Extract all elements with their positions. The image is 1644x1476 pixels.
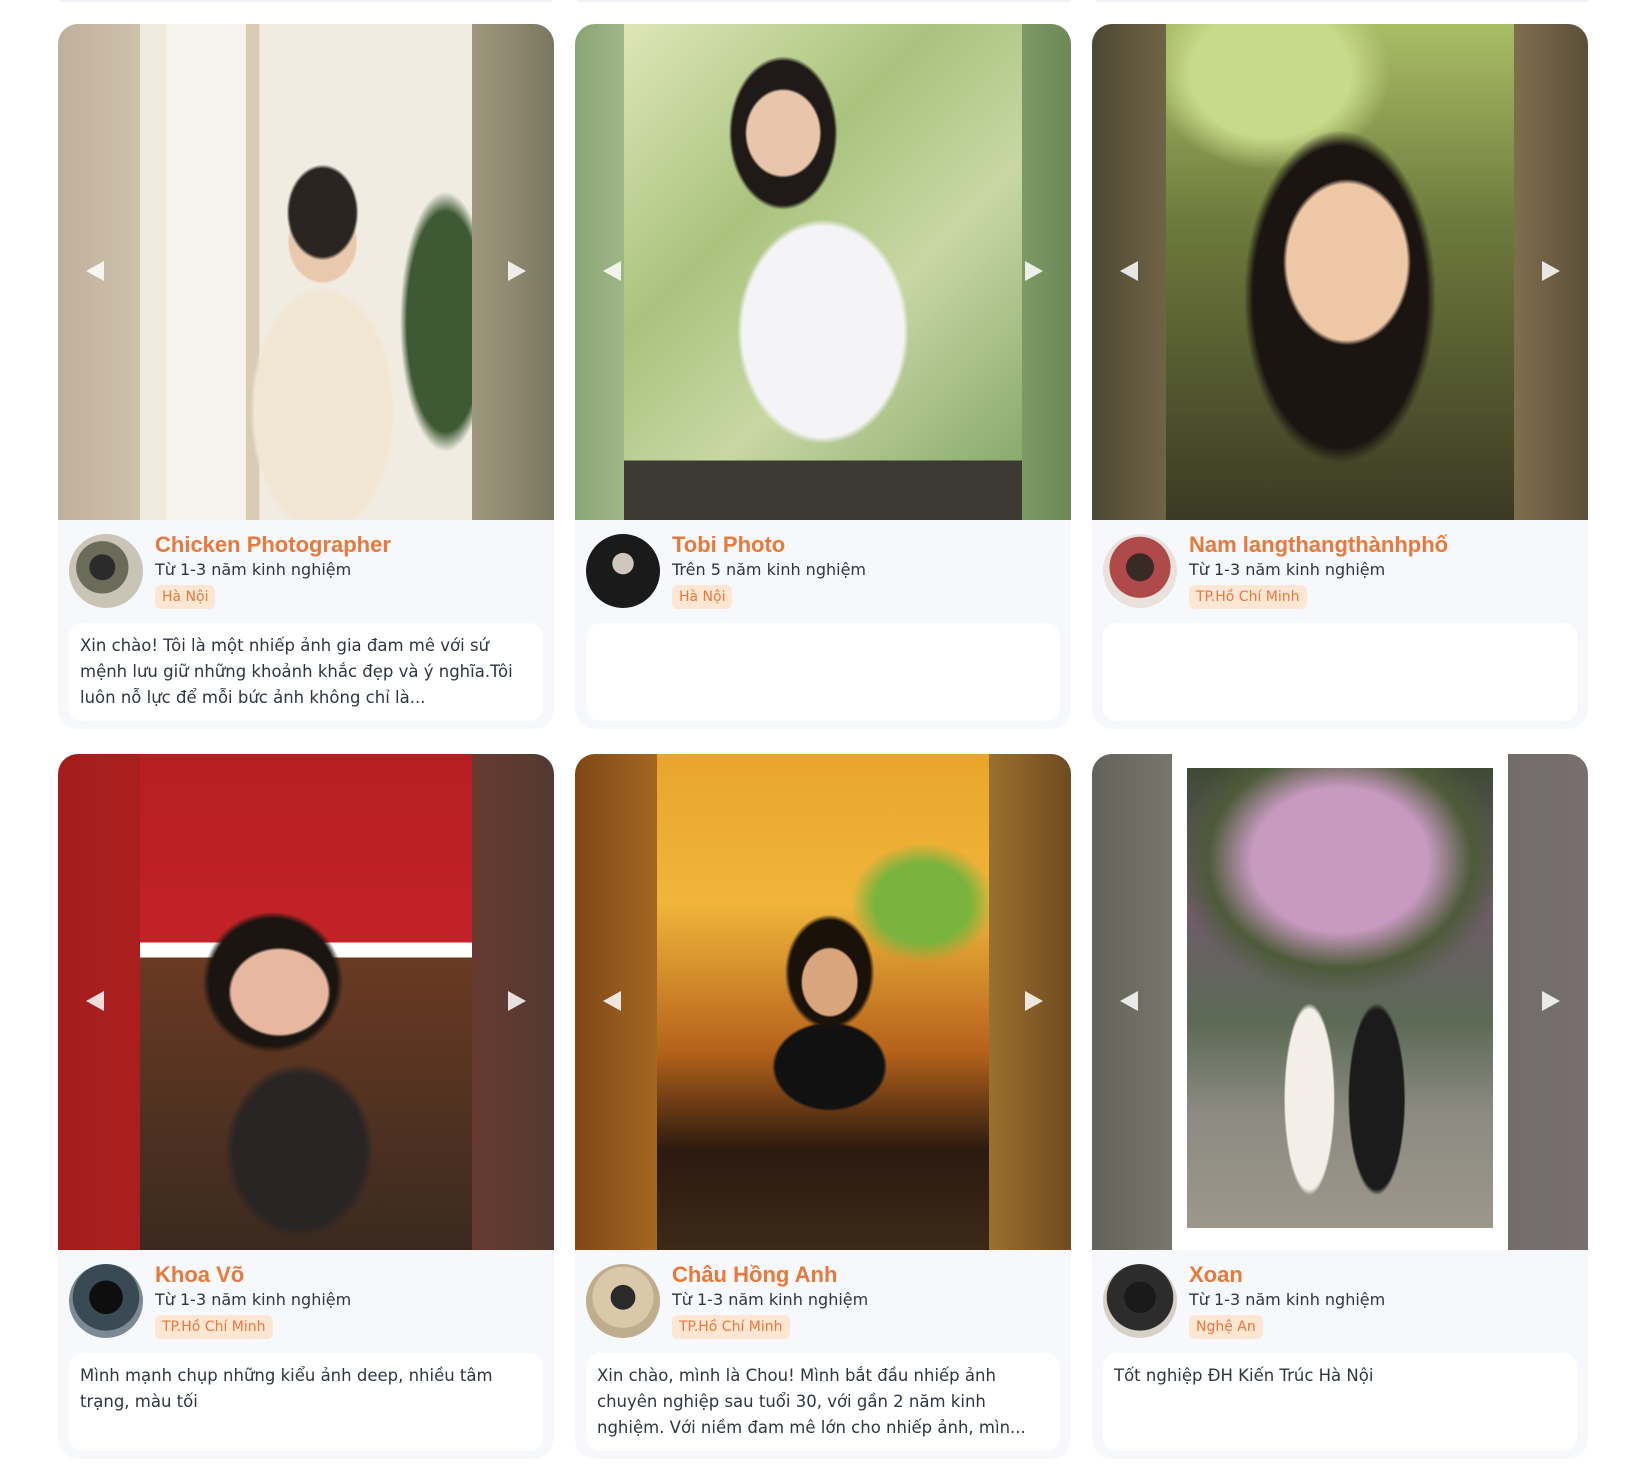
chevron-left-icon <box>86 991 104 1011</box>
photographer-card[interactable]: Chicken Photographer Từ 1-3 năm kinh ngh… <box>58 24 554 729</box>
photographer-name[interactable]: Xoan <box>1189 1262 1243 1288</box>
photographer-name[interactable]: Khoa Võ <box>155 1262 244 1288</box>
photographer-info: Khoa Võ Từ 1-3 năm kinh nghiệm TP.Hồ Chí… <box>58 1250 554 1459</box>
experience-text: Từ 1-3 năm kinh nghiệm <box>1189 1290 1386 1309</box>
chevron-left-icon <box>86 261 104 281</box>
location-badge: TP.Hồ Chí Minh <box>1189 585 1307 609</box>
photographer-name[interactable]: Nam langthangthànhphố <box>1189 532 1448 558</box>
photo-content <box>1187 768 1493 1228</box>
bio-text: Tốt nghiệp ĐH Kiến Trúc Hà Nội <box>1114 1366 1374 1385</box>
carousel-prev-button[interactable] <box>80 256 110 286</box>
portfolio-photo <box>1166 24 1514 520</box>
chevron-left-icon <box>603 991 621 1011</box>
chevron-right-icon <box>1025 261 1043 281</box>
location-badge: Hà Nội <box>155 585 216 609</box>
carousel-prev-button[interactable] <box>597 256 627 286</box>
photographer-name[interactable]: Tobi Photo <box>672 532 785 558</box>
photographer-card[interactable]: Châu Hồng Anh Từ 1-3 năm kinh nghiệm TP.… <box>575 754 1071 1459</box>
bio-box <box>586 623 1060 721</box>
experience-text: Từ 1-3 năm kinh nghiệm <box>1189 560 1386 579</box>
carousel-next-button[interactable] <box>1019 256 1049 286</box>
experience-text: Từ 1-3 năm kinh nghiệm <box>672 1290 869 1309</box>
previous-card-edge <box>578 0 1070 2</box>
experience-text: Từ 1-3 năm kinh nghiệm <box>155 560 352 579</box>
photographer-card[interactable]: Tobi Photo Trên 5 năm kinh nghiệm Hà Nội <box>575 24 1071 729</box>
chevron-left-icon <box>603 261 621 281</box>
photographer-grid: Chicken Photographer Từ 1-3 năm kinh ngh… <box>58 24 1588 1459</box>
bio-text: Xin chào! Tôi là một nhiếp ảnh gia đam m… <box>80 636 513 707</box>
avatar[interactable] <box>69 534 143 608</box>
photo-carousel[interactable] <box>575 754 1071 1250</box>
location-badge: Hà Nội <box>672 585 733 609</box>
photo-carousel[interactable] <box>1092 24 1588 520</box>
photo-content <box>657 754 989 1250</box>
photographer-name[interactable]: Châu Hồng Anh <box>672 1262 837 1288</box>
bio-box: Mình mạnh chụp những kiểu ảnh deep, nhiề… <box>69 1353 543 1451</box>
photo-content <box>624 24 1022 520</box>
location-badge: TP.Hồ Chí Minh <box>155 1315 273 1339</box>
photo-carousel[interactable] <box>58 754 554 1250</box>
previous-card-edge <box>60 0 552 2</box>
photo-carousel[interactable] <box>58 24 554 520</box>
bio-box: Xin chào, mình là Chou! Mình bắt đầu nhi… <box>586 1353 1060 1451</box>
carousel-prev-button[interactable] <box>80 986 110 1016</box>
carousel-prev-button[interactable] <box>1114 256 1144 286</box>
chevron-left-icon <box>1120 991 1138 1011</box>
photographer-card[interactable]: Khoa Võ Từ 1-3 năm kinh nghiệm TP.Hồ Chí… <box>58 754 554 1459</box>
carousel-next-button[interactable] <box>502 986 532 1016</box>
carousel-next-button[interactable] <box>1019 986 1049 1016</box>
bio-box: Tốt nghiệp ĐH Kiến Trúc Hà Nội <box>1103 1353 1577 1451</box>
avatar[interactable] <box>69 1264 143 1338</box>
chevron-right-icon <box>1542 991 1560 1011</box>
location-badge: Nghệ An <box>1189 1315 1263 1339</box>
experience-text: Trên 5 năm kinh nghiệm <box>672 560 866 579</box>
chevron-right-icon <box>1542 261 1560 281</box>
chevron-left-icon <box>1120 261 1138 281</box>
carousel-prev-button[interactable] <box>597 986 627 1016</box>
avatar[interactable] <box>586 1264 660 1338</box>
photographer-card[interactable]: Nam langthangthànhphố Từ 1-3 năm kinh ng… <box>1092 24 1588 729</box>
photographer-info: Tobi Photo Trên 5 năm kinh nghiệm Hà Nội <box>575 520 1071 729</box>
photographer-info: Nam langthangthànhphố Từ 1-3 năm kinh ng… <box>1092 520 1588 729</box>
photographer-name[interactable]: Chicken Photographer <box>155 532 391 558</box>
top-edge-strips <box>0 0 1644 4</box>
carousel-prev-button[interactable] <box>1114 986 1144 1016</box>
photo-carousel[interactable] <box>1092 754 1588 1250</box>
bio-text: Mình mạnh chụp những kiểu ảnh deep, nhiề… <box>80 1366 493 1411</box>
location-badge: TP.Hồ Chí Minh <box>672 1315 790 1339</box>
avatar[interactable] <box>586 534 660 608</box>
portfolio-photo <box>140 754 472 1250</box>
portfolio-photo <box>140 24 472 520</box>
portfolio-photo <box>657 754 989 1250</box>
photo-content <box>140 754 472 1250</box>
portfolio-photo <box>624 24 1022 520</box>
photographer-info: Chicken Photographer Từ 1-3 năm kinh ngh… <box>58 520 554 729</box>
carousel-next-button[interactable] <box>1536 986 1566 1016</box>
bio-box <box>1103 623 1577 721</box>
chevron-right-icon <box>508 991 526 1011</box>
avatar[interactable] <box>1103 1264 1177 1338</box>
bio-text: Xin chào, mình là Chou! Mình bắt đầu nhi… <box>597 1366 1026 1437</box>
photographer-info: Châu Hồng Anh Từ 1-3 năm kinh nghiệm TP.… <box>575 1250 1071 1459</box>
photo-carousel[interactable] <box>575 24 1071 520</box>
carousel-next-button[interactable] <box>1536 256 1566 286</box>
avatar[interactable] <box>1103 534 1177 608</box>
photographer-card[interactable]: Xoan Từ 1-3 năm kinh nghiệm Nghệ An Tốt … <box>1092 754 1588 1459</box>
chevron-right-icon <box>508 261 526 281</box>
portfolio-photo <box>1187 768 1493 1228</box>
previous-card-edge <box>1096 0 1588 2</box>
chevron-right-icon <box>1025 991 1043 1011</box>
experience-text: Từ 1-3 năm kinh nghiệm <box>155 1290 352 1309</box>
carousel-next-button[interactable] <box>502 256 532 286</box>
bio-box: Xin chào! Tôi là một nhiếp ảnh gia đam m… <box>69 623 543 721</box>
photo-content <box>1166 24 1514 520</box>
photographer-info: Xoan Từ 1-3 năm kinh nghiệm Nghệ An Tốt … <box>1092 1250 1588 1459</box>
